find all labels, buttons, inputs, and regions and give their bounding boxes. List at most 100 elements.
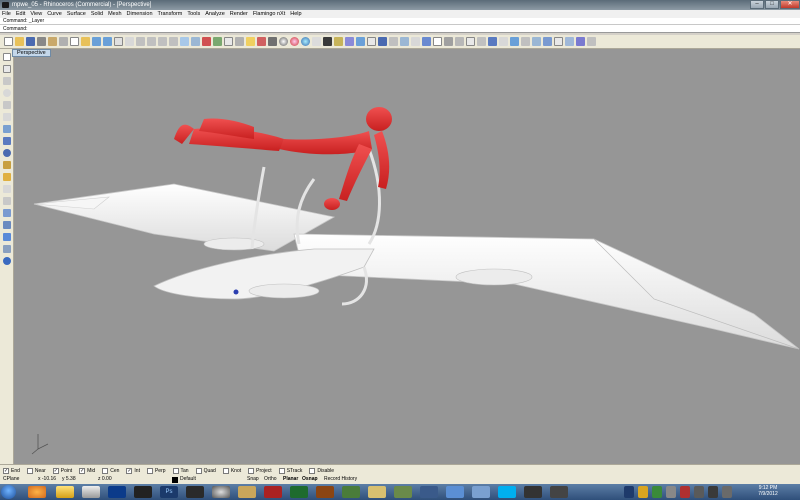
photoshop-icon[interactable]: Ps (160, 486, 178, 498)
cplane-icon[interactable] (191, 37, 200, 46)
menu-mesh[interactable]: Mesh (108, 11, 121, 17)
undo-icon[interactable] (92, 37, 101, 46)
osnap-quad-checkbox[interactable] (195, 467, 202, 474)
ortho-toggle[interactable]: Ortho (264, 475, 277, 484)
trim-icon[interactable] (3, 185, 11, 193)
render-tool-icon[interactable] (3, 257, 11, 265)
point-icon[interactable] (3, 65, 11, 73)
osnap-icon[interactable] (411, 37, 420, 46)
open-folder-icon[interactable] (15, 37, 24, 46)
taskbar-app-8-icon[interactable] (238, 486, 256, 498)
taskbar-app-17-icon[interactable] (472, 486, 490, 498)
properties-icon[interactable] (257, 37, 266, 46)
maximize-button[interactable]: □ (765, 0, 779, 9)
save-icon[interactable] (26, 37, 35, 46)
transform-icon[interactable] (444, 37, 453, 46)
viewport-tab-perspective[interactable]: Perspective (12, 49, 51, 57)
paste-icon[interactable] (81, 37, 90, 46)
taskbar-app-20-icon[interactable] (550, 486, 568, 498)
text-icon[interactable] (466, 37, 475, 46)
rendered-icon[interactable] (290, 37, 299, 46)
osnap-toggle[interactable]: Osnap (302, 475, 318, 484)
osnap-near[interactable]: Near (26, 467, 46, 474)
select-icon[interactable] (224, 37, 233, 46)
mirror-icon[interactable] (3, 245, 11, 253)
osnap-point[interactable]: ✓ Point (52, 467, 72, 474)
help-icon[interactable] (356, 37, 365, 46)
new-file-icon[interactable] (4, 37, 13, 46)
sphere-icon[interactable] (3, 149, 11, 157)
start-button-icon[interactable] (1, 485, 16, 499)
group-icon[interactable] (565, 37, 574, 46)
osnap-knot-checkbox[interactable] (222, 467, 229, 474)
options-icon[interactable] (345, 37, 354, 46)
polyline-icon[interactable] (3, 77, 11, 85)
solid-tool-icon[interactable] (3, 137, 11, 145)
taskbar-app-19-icon[interactable] (524, 486, 542, 498)
osnap-knot[interactable]: Knot (222, 467, 241, 474)
menu-tools[interactable]: Tools (187, 11, 200, 17)
move-icon[interactable] (3, 209, 11, 217)
surface-tool-icon[interactable] (3, 125, 11, 133)
current-layer[interactable]: Default (180, 475, 196, 484)
skype-icon[interactable] (498, 486, 516, 498)
osnap-tan-checkbox[interactable] (172, 467, 179, 474)
volume-icon[interactable] (722, 486, 732, 498)
zoom-window-icon[interactable] (147, 37, 156, 46)
close-button[interactable]: ✕ (780, 0, 800, 9)
osnap-mid-checkbox[interactable]: ✓ (79, 467, 86, 474)
menu-help[interactable]: Help (290, 11, 301, 17)
menu-render[interactable]: Render (230, 11, 248, 17)
layer-icon[interactable] (213, 37, 222, 46)
osnap-cen[interactable]: Cen (102, 467, 119, 474)
snap-toggle[interactable]: Snap (247, 475, 259, 484)
taskbar-app-11-icon[interactable] (316, 486, 334, 498)
firefox-icon[interactable] (28, 486, 46, 498)
osnap-project[interactable]: Project (248, 467, 272, 474)
osnap-strack-checkbox[interactable] (278, 467, 285, 474)
osnap-point-checkbox[interactable]: ✓ (52, 467, 59, 474)
analyze-icon[interactable] (422, 37, 431, 46)
pan-hand-icon[interactable] (114, 37, 123, 46)
osnap-cen-checkbox[interactable] (102, 467, 109, 474)
hide-icon[interactable] (543, 37, 552, 46)
menu-flamingo[interactable]: Flamingo nXt (253, 11, 285, 17)
mesh-tool-icon[interactable] (3, 161, 11, 169)
taskbar-app-12-icon[interactable] (342, 486, 360, 498)
lock-icon[interactable] (235, 37, 244, 46)
arc-icon[interactable] (3, 101, 11, 109)
print-icon[interactable] (37, 37, 46, 46)
osnap-int[interactable]: ✓ Int (126, 467, 140, 474)
tray-icon-1[interactable] (624, 486, 634, 498)
curve-icon[interactable] (521, 37, 530, 46)
select-arrow-icon[interactable] (3, 53, 11, 61)
osnap-disable-checkbox[interactable] (309, 467, 316, 474)
redo-icon[interactable] (103, 37, 112, 46)
wireframe-icon[interactable] (268, 37, 277, 46)
menu-view[interactable]: View (30, 11, 42, 17)
osnap-end-checkbox[interactable]: ✓ (3, 467, 9, 474)
rectangle-icon[interactable] (3, 113, 11, 121)
taskbar-app-3-icon[interactable] (82, 486, 100, 498)
snap-icon[interactable] (202, 37, 211, 46)
material-icon[interactable] (312, 37, 321, 46)
cut-icon[interactable] (59, 37, 68, 46)
join-icon[interactable] (576, 37, 585, 46)
mesh-icon[interactable] (389, 37, 398, 46)
taskbar-app-7-icon[interactable] (212, 486, 230, 498)
nxt-render-icon[interactable] (378, 37, 387, 46)
array-icon[interactable] (455, 37, 464, 46)
osnap-disable[interactable]: Disable (309, 467, 334, 474)
circle-icon[interactable] (3, 89, 11, 97)
zoom-icon[interactable] (136, 37, 145, 46)
menu-curve[interactable]: Curve (47, 11, 62, 17)
osnap-near-checkbox[interactable] (26, 467, 33, 474)
menu-analyze[interactable]: Analyze (205, 11, 225, 17)
scale-icon[interactable] (3, 233, 11, 241)
dimension-icon[interactable] (433, 37, 442, 46)
taskbar-app-9-icon[interactable] (264, 486, 282, 498)
explode-icon[interactable] (587, 37, 596, 46)
taskbar-app-4-icon[interactable] (108, 486, 126, 498)
osnap-int-checkbox[interactable]: ✓ (126, 467, 133, 474)
osnap-quad[interactable]: Quad (195, 467, 216, 474)
